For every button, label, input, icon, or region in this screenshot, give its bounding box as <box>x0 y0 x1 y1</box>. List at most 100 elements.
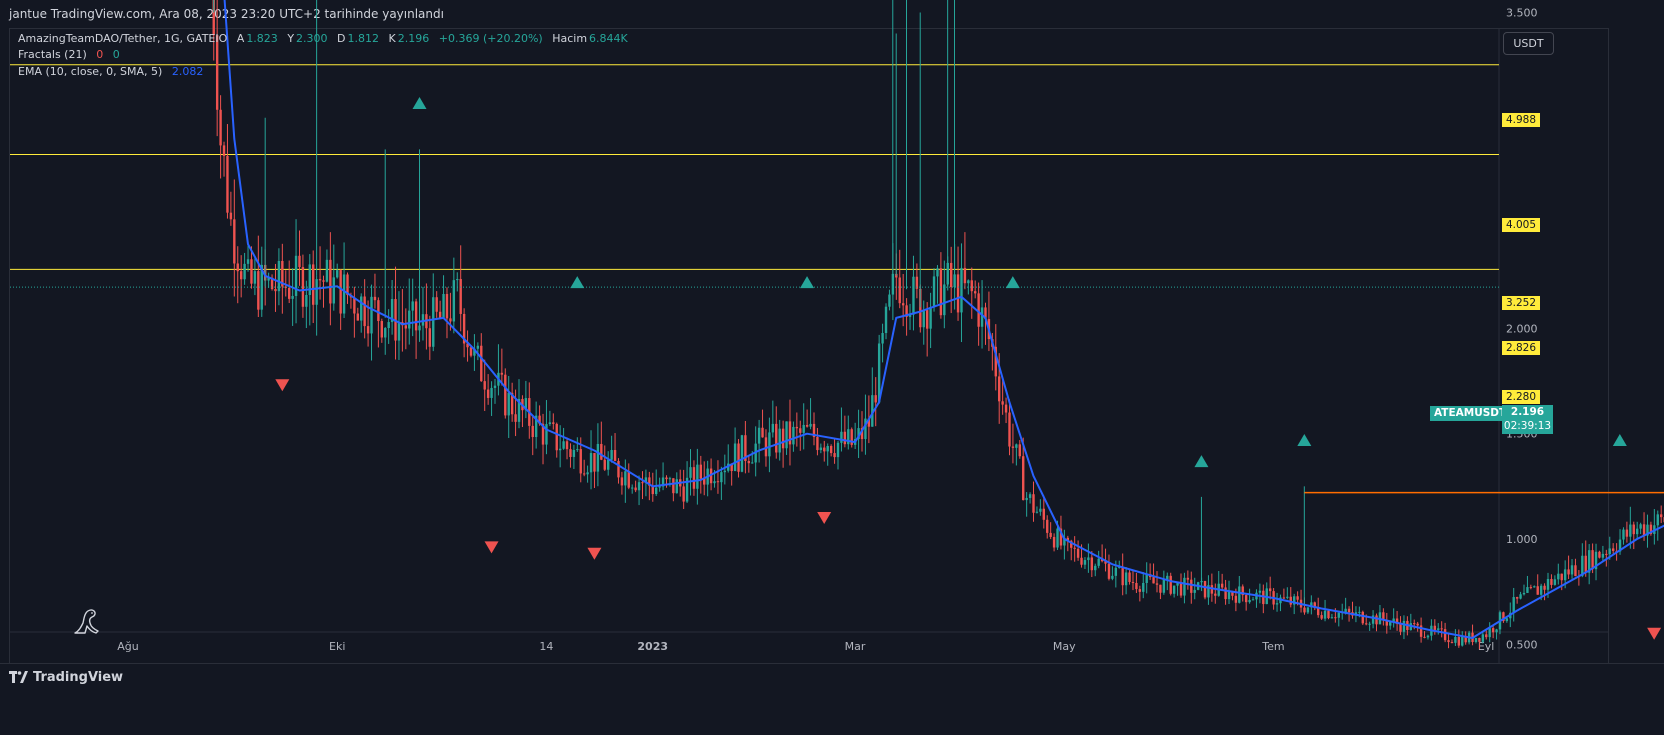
candle-body <box>593 453 596 472</box>
candle-body <box>384 328 387 338</box>
candle-body <box>1433 625 1437 630</box>
candle-body <box>397 322 401 341</box>
bar-countdown: 02:39:13 <box>1503 420 1552 432</box>
candle-body <box>1474 637 1478 643</box>
fractals-legend[interactable]: Fractals (21) 0 0 <box>18 48 122 61</box>
candle-body <box>973 291 977 294</box>
candle-body <box>1553 579 1557 585</box>
currency-button[interactable]: USDT <box>1503 32 1554 55</box>
candle-body <box>1557 573 1560 580</box>
ema-value: 2.082 <box>171 65 204 78</box>
candle-body <box>449 318 452 322</box>
candle-body <box>336 270 339 278</box>
candle-body <box>500 372 504 375</box>
candle-body <box>445 294 449 319</box>
ema-legend[interactable]: EMA (10, close, 0, SMA, 5) 2.082 <box>18 65 205 78</box>
candle-body <box>545 424 548 445</box>
candle-body <box>404 325 408 329</box>
candle-body <box>1138 589 1142 592</box>
level-price-tag: 4.005 <box>1502 218 1540 232</box>
candle-body <box>1423 636 1426 638</box>
candle-body <box>967 280 970 284</box>
candle-body <box>1512 597 1515 613</box>
candle-body <box>1282 597 1286 599</box>
candle-body <box>1485 634 1488 638</box>
candle-body <box>366 326 370 334</box>
x-tick-label: 14 <box>539 640 553 653</box>
candle-body <box>1056 528 1059 548</box>
candle-body <box>322 280 325 282</box>
candle-body <box>486 389 490 398</box>
candle-body <box>1639 524 1642 529</box>
candle-body <box>1190 579 1193 593</box>
candle-body <box>956 274 960 313</box>
candle-body <box>569 449 572 457</box>
candle-body <box>1107 563 1111 579</box>
candle-body <box>274 289 277 292</box>
candle-body <box>1128 572 1131 582</box>
candle-body <box>1306 607 1310 613</box>
candle-body <box>939 268 943 316</box>
candle-body <box>339 270 342 314</box>
candle-body <box>757 427 761 444</box>
x-tick-label: Ağu <box>117 640 138 653</box>
candle-body <box>620 477 624 486</box>
candle-body <box>555 423 558 451</box>
candle-body <box>1416 623 1419 626</box>
candle-body <box>747 460 751 464</box>
price-chart[interactable]: 0.5001.0001.5002.0002.5003.0003.5004.000… <box>0 0 1664 735</box>
candle-body <box>377 300 380 322</box>
candle-body <box>428 328 432 347</box>
candle-body <box>689 467 692 478</box>
candle-body <box>1413 623 1416 625</box>
candle-body <box>771 423 775 433</box>
fractal-down-icon <box>484 541 499 554</box>
symbol-price-label: ATEAMUSDT <box>1430 406 1511 421</box>
candle-body <box>315 279 318 305</box>
candle-body <box>898 277 901 304</box>
candle-body <box>1402 620 1406 632</box>
candle-body <box>531 425 534 438</box>
fractal-up-icon <box>412 97 427 110</box>
candle-body <box>606 459 610 470</box>
candle-body <box>943 284 946 316</box>
fractal-up-icon <box>1297 434 1312 447</box>
candle-body <box>836 442 840 458</box>
candle-body <box>1450 642 1454 644</box>
candle-body <box>370 296 373 334</box>
candle-body <box>600 443 603 460</box>
candle-body <box>1183 577 1186 596</box>
candle-body <box>1073 547 1076 549</box>
candle-body <box>1121 566 1124 586</box>
candle-body <box>1169 575 1172 594</box>
candle-body <box>1159 584 1162 593</box>
candle-body <box>236 263 239 272</box>
candle-body <box>634 487 637 491</box>
candle-body <box>799 428 802 433</box>
candle-body <box>1152 577 1155 584</box>
candle-body <box>1327 610 1330 619</box>
candle-body <box>833 453 836 458</box>
candle-body <box>1478 637 1481 642</box>
candle-body <box>603 459 606 470</box>
candle-body <box>901 303 905 306</box>
candle-body <box>1083 560 1087 565</box>
x-tick-label: Eki <box>329 640 345 653</box>
candle-body <box>1461 636 1464 646</box>
tradingview-brand[interactable]: TradingView <box>9 667 123 687</box>
candle-body <box>1035 511 1039 513</box>
candle-body <box>380 321 384 338</box>
candle-body <box>692 467 696 489</box>
candle-body <box>668 478 672 480</box>
candle-body <box>932 276 936 308</box>
high-value: 2.300 <box>296 32 328 45</box>
candle-body <box>1543 585 1546 590</box>
candle-body <box>1090 557 1094 571</box>
fractals-down-value: 0 <box>96 48 104 61</box>
candle-body <box>761 427 764 438</box>
candle-body <box>589 453 593 473</box>
candle-body <box>312 264 315 305</box>
candle-body <box>1361 611 1364 624</box>
dino-icon[interactable] <box>72 607 102 635</box>
fractal-down-icon <box>275 379 290 392</box>
